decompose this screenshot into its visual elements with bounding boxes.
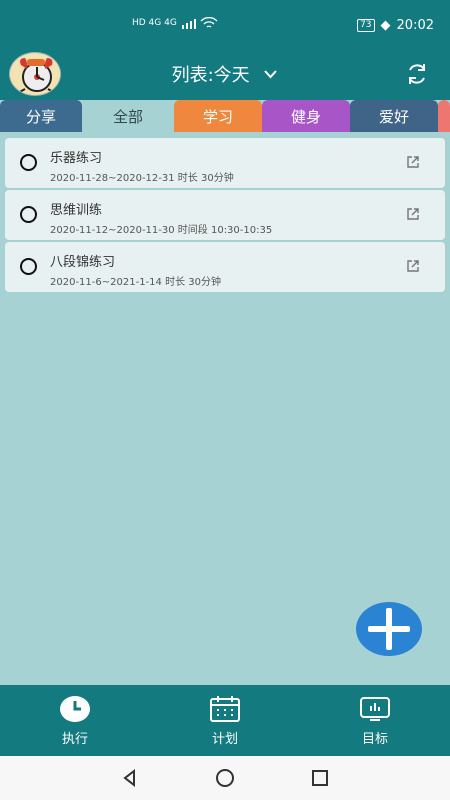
signal-icon xyxy=(181,17,218,29)
tab-hobby-label: 爱好 xyxy=(378,107,409,126)
tab-all[interactable]: 全部 xyxy=(82,100,174,132)
signal-indicators: HD 4G 4G xyxy=(132,17,224,29)
system-navigation xyxy=(0,756,450,800)
bottom-navigation: 执行 计划 目标 xyxy=(0,685,450,756)
tab-next[interactable] xyxy=(438,100,450,132)
task-detail: 2020-11-6~2021-1-14 时长 30分钟 xyxy=(50,277,221,288)
task-title: 乐器练习 xyxy=(50,151,103,166)
leaf-icon: ◆ xyxy=(380,18,391,33)
task-detail: 2020-11-28~2020-12-31 时长 30分钟 xyxy=(50,173,234,184)
clock-icon xyxy=(60,695,90,722)
chevron-down-icon[interactable] xyxy=(263,63,278,84)
nav-plan[interactable]: 计划 xyxy=(150,685,300,756)
nav-goal[interactable]: 目标 xyxy=(300,685,450,756)
external-link-icon[interactable] xyxy=(406,155,420,169)
task-item[interactable]: 八段锦练习 2020-11-6~2021-1-14 时长 30分钟 xyxy=(5,242,445,292)
tab-fitness[interactable]: 健身 xyxy=(262,100,350,132)
page-title[interactable]: 列表:今天 xyxy=(0,61,450,87)
battery-icon: 73 xyxy=(357,19,375,32)
signal-text: HD 4G 4G xyxy=(132,18,177,28)
back-icon[interactable] xyxy=(118,766,142,790)
task-item[interactable]: 思维训练 2020-11-12~2020-11-30 时间段 10:30-10:… xyxy=(5,190,445,240)
monitor-icon xyxy=(360,696,390,721)
page-title-text: 列表:今天 xyxy=(171,65,250,86)
calendar-icon xyxy=(210,695,240,722)
clock-time: 20:02 xyxy=(396,18,434,33)
task-complete-toggle[interactable] xyxy=(20,154,37,171)
recent-apps-icon[interactable] xyxy=(308,766,332,790)
battery-time: 73 ◆ 20:02 xyxy=(357,18,434,33)
home-icon[interactable] xyxy=(213,766,237,790)
task-title: 八段锦练习 xyxy=(50,255,116,270)
refresh-icon[interactable] xyxy=(404,61,430,87)
external-link-icon[interactable] xyxy=(406,259,420,273)
app-header: 列表:今天 xyxy=(0,48,450,100)
tab-study-label: 学习 xyxy=(202,107,233,126)
nav-plan-label: 计划 xyxy=(211,731,238,747)
tab-share-label: 分享 xyxy=(25,107,56,126)
task-complete-toggle[interactable] xyxy=(20,206,37,223)
task-item[interactable]: 乐器练习 2020-11-28~2020-12-31 时长 30分钟 xyxy=(5,138,445,188)
external-link-icon[interactable] xyxy=(406,207,420,221)
nav-execute[interactable]: 执行 xyxy=(0,685,150,756)
task-detail: 2020-11-12~2020-11-30 时间段 10:30-10:35 xyxy=(50,225,273,236)
tab-study[interactable]: 学习 xyxy=(174,100,262,132)
category-tabs: 分享 全部 学习 健身 爱好 xyxy=(0,100,450,132)
tab-hobby[interactable]: 爱好 xyxy=(350,100,438,132)
add-task-button[interactable] xyxy=(356,602,422,656)
task-title: 思维训练 xyxy=(50,203,103,218)
task-complete-toggle[interactable] xyxy=(20,258,37,275)
tab-fitness-label: 健身 xyxy=(290,107,321,126)
nav-execute-label: 执行 xyxy=(61,731,88,747)
tab-all-label: 全部 xyxy=(112,107,143,126)
nav-goal-label: 目标 xyxy=(361,731,388,747)
status-bar: HD 4G 4G 73 ◆ 20:02 xyxy=(0,0,450,48)
tab-share[interactable]: 分享 xyxy=(0,100,82,132)
